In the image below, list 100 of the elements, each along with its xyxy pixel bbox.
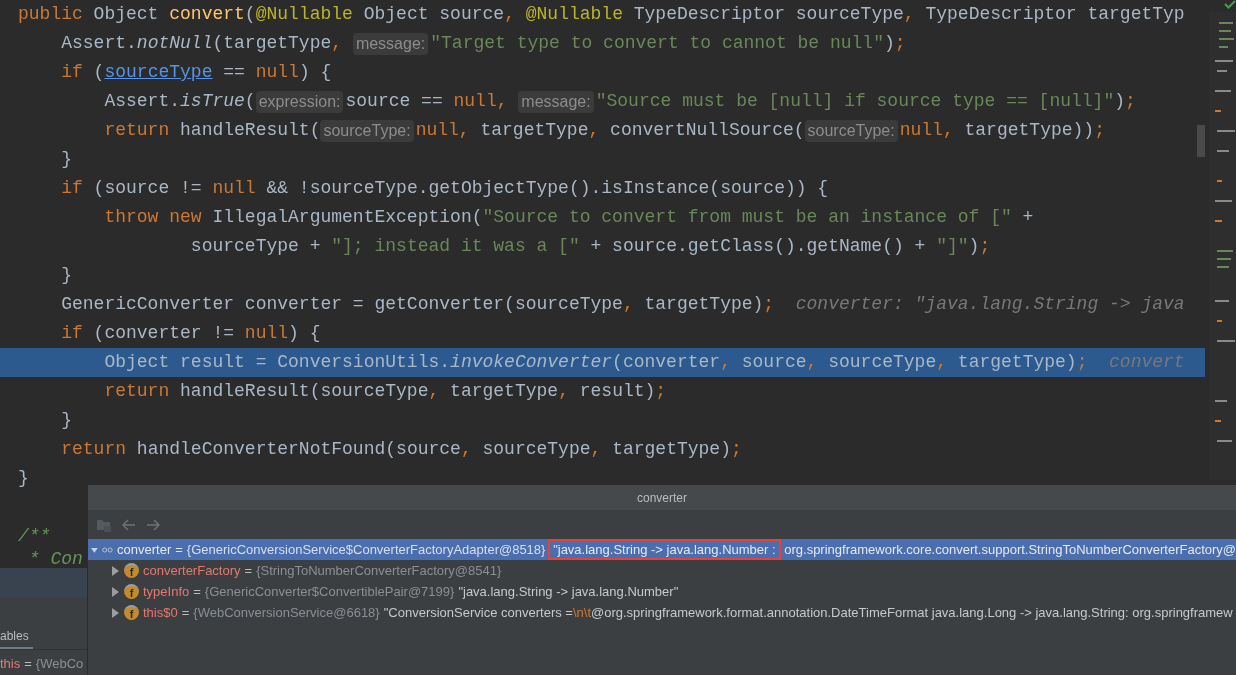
- punctuation: ;: [655, 380, 667, 403]
- punctuation: ,: [458, 119, 470, 142]
- tree-row[interactable]: f this$0 = {WebConversionService@6618} "ConversionService converters =\n\t@org.springframework.format.annotation.DateTimeFormat java.lang.Long -> java.lang.String: org.springframew: [88, 602, 1236, 623]
- keyword: throw new: [103, 206, 202, 229]
- variable-value: org.springframework.core.convert.support.StringToNumberConverterFactory@: [783, 540, 1236, 559]
- code-text: handleResult(: [179, 119, 321, 142]
- equals-sign: =: [174, 540, 184, 559]
- code-text: (: [92, 61, 105, 84]
- expand-triangle-icon[interactable]: [110, 607, 120, 618]
- method-call: notNull: [136, 32, 213, 55]
- punctuation: ,: [496, 90, 509, 113]
- code-text: }: [60, 409, 72, 432]
- code-text: (source !=: [92, 177, 203, 200]
- variable-type: {WebConversionService@6618}: [193, 603, 380, 622]
- code-text: targetType): [611, 438, 731, 461]
- code-text: }: [60, 264, 72, 287]
- tree-row[interactable]: f converterFactory = {StringToNumberConverterFactory@8541}: [88, 560, 1236, 581]
- string-literal: "]; instead it was a [": [331, 235, 580, 258]
- variable-name: converterFactory: [143, 561, 241, 580]
- code-text: sourceType: [827, 351, 937, 374]
- parameter-hint: message:: [518, 90, 594, 113]
- parameter-hint: sourceType:: [804, 119, 898, 142]
- check-icon: [1224, 0, 1236, 9]
- code-text: Object source: [362, 3, 505, 26]
- variable-value: @org.springframework.format.annotation.DateTimeFormat java.lang.Long -> java.lang.String: org.springframew: [591, 603, 1233, 622]
- code-text: (: [244, 90, 256, 113]
- code-text: +: [1021, 206, 1034, 229]
- variable-value: "java.lang.String -> java.lang.Number": [458, 582, 679, 601]
- keyword: null: [415, 119, 459, 142]
- equals-sign: =: [243, 561, 254, 580]
- punctuation: ;: [894, 32, 906, 55]
- code-text: ==: [222, 61, 246, 84]
- scrollbar-thumb[interactable]: [1197, 125, 1205, 157]
- code-text: ): [1114, 90, 1125, 113]
- variable-name: converter: [117, 540, 172, 559]
- punctuation: ;: [1094, 119, 1105, 142]
- field-icon: f: [124, 563, 139, 578]
- expand-triangle-icon[interactable]: [110, 565, 120, 576]
- parameter-hint: sourceType:: [320, 119, 414, 142]
- keyword: return: [60, 438, 127, 461]
- inline-value: convert: [1109, 351, 1185, 374]
- punctuation: ,: [942, 119, 954, 142]
- field-icon: f: [124, 584, 139, 599]
- string-literal: "]": [936, 235, 969, 258]
- inline-value: converter: "java.lang.String -> java: [795, 293, 1185, 316]
- code-text: (targetType: [212, 32, 332, 55]
- punctuation: ,: [428, 380, 440, 403]
- code-text: source: [740, 351, 807, 374]
- code-text: source ==: [345, 90, 444, 113]
- method-name: convert: [169, 3, 245, 26]
- back-arrow-icon[interactable]: [122, 518, 136, 531]
- equals-sign: =: [192, 582, 202, 601]
- variable-type: {GenericConversionService$ConverterFactoryAdapter@8518}: [186, 540, 546, 559]
- code-text: }: [60, 148, 72, 171]
- annotation: @Nullable: [525, 3, 623, 26]
- tree-row[interactable]: f typeInfo = {GenericConverter$ConvertiblePair@7199} "java.lang.String -> java.lang.Number": [88, 581, 1236, 602]
- punctuation: ,: [903, 3, 915, 26]
- code-text: targetType: [479, 119, 589, 142]
- code-text: (: [244, 3, 256, 26]
- method-call: isTrue: [180, 90, 245, 113]
- code-text: handleResult(sourceType: [179, 380, 429, 403]
- punctuation: ;: [1125, 90, 1136, 113]
- string-literal: "Source must be [null] if source type == [null]": [595, 90, 1115, 113]
- keyword: null: [212, 177, 256, 200]
- field-icon: f: [124, 605, 139, 620]
- punctuation: ;: [1076, 351, 1089, 374]
- doc-comment: /**: [18, 525, 51, 548]
- code-text: ): [883, 32, 895, 55]
- variable-link[interactable]: sourceType: [104, 59, 213, 86]
- parameter-hint: expression:: [255, 90, 344, 113]
- punctuation: ,: [588, 119, 600, 142]
- glasses-icon: [102, 545, 113, 554]
- forward-arrow-icon[interactable]: [146, 518, 160, 531]
- string-literal: "Target type to convert to cannot be null": [430, 32, 884, 55]
- method-call: invokeConverter: [450, 351, 613, 374]
- annotation: @Nullable: [255, 3, 353, 26]
- punctuation: ,: [936, 351, 948, 374]
- popup-title: converter: [637, 489, 687, 507]
- code-text: targetType): [956, 351, 1077, 374]
- punctuation: ,: [720, 351, 731, 374]
- string-literal: "Source to convert from must be an instance of [": [482, 206, 1012, 229]
- expand-triangle-icon[interactable]: [110, 586, 120, 597]
- punctuation: ,: [806, 351, 818, 374]
- code-text: convertNullSource(: [609, 119, 805, 142]
- code-text: + source.getClass().getName() +: [589, 235, 927, 258]
- code-text: Assert.: [103, 90, 181, 113]
- punctuation: ,: [622, 293, 634, 316]
- code-text: Assert.: [60, 32, 137, 55]
- code-text: TypeDescriptor targetTyp: [924, 3, 1185, 26]
- variables-tab[interactable]: ables: [0, 629, 33, 649]
- punctuation: ,: [590, 438, 602, 461]
- code-text: ): [968, 235, 980, 258]
- code-text: TypeDescriptor sourceType: [632, 3, 904, 26]
- keyword: return: [103, 119, 170, 142]
- variable-name: this: [0, 655, 21, 674]
- variable-type: {StringToNumberConverterFactory@8541}: [256, 561, 502, 580]
- code-text: targetType: [449, 380, 559, 403]
- keyword: null: [453, 90, 497, 113]
- code-text: Object result = ConversionUtils.: [103, 351, 451, 374]
- tree-row[interactable]: converter = {GenericConversionService$ConverterFactoryAdapter@8518} "java.lang.String -> java.lang.Number : org.springframework.core.convert.support.StringToNumberConverterFactory@: [88, 539, 1236, 560]
